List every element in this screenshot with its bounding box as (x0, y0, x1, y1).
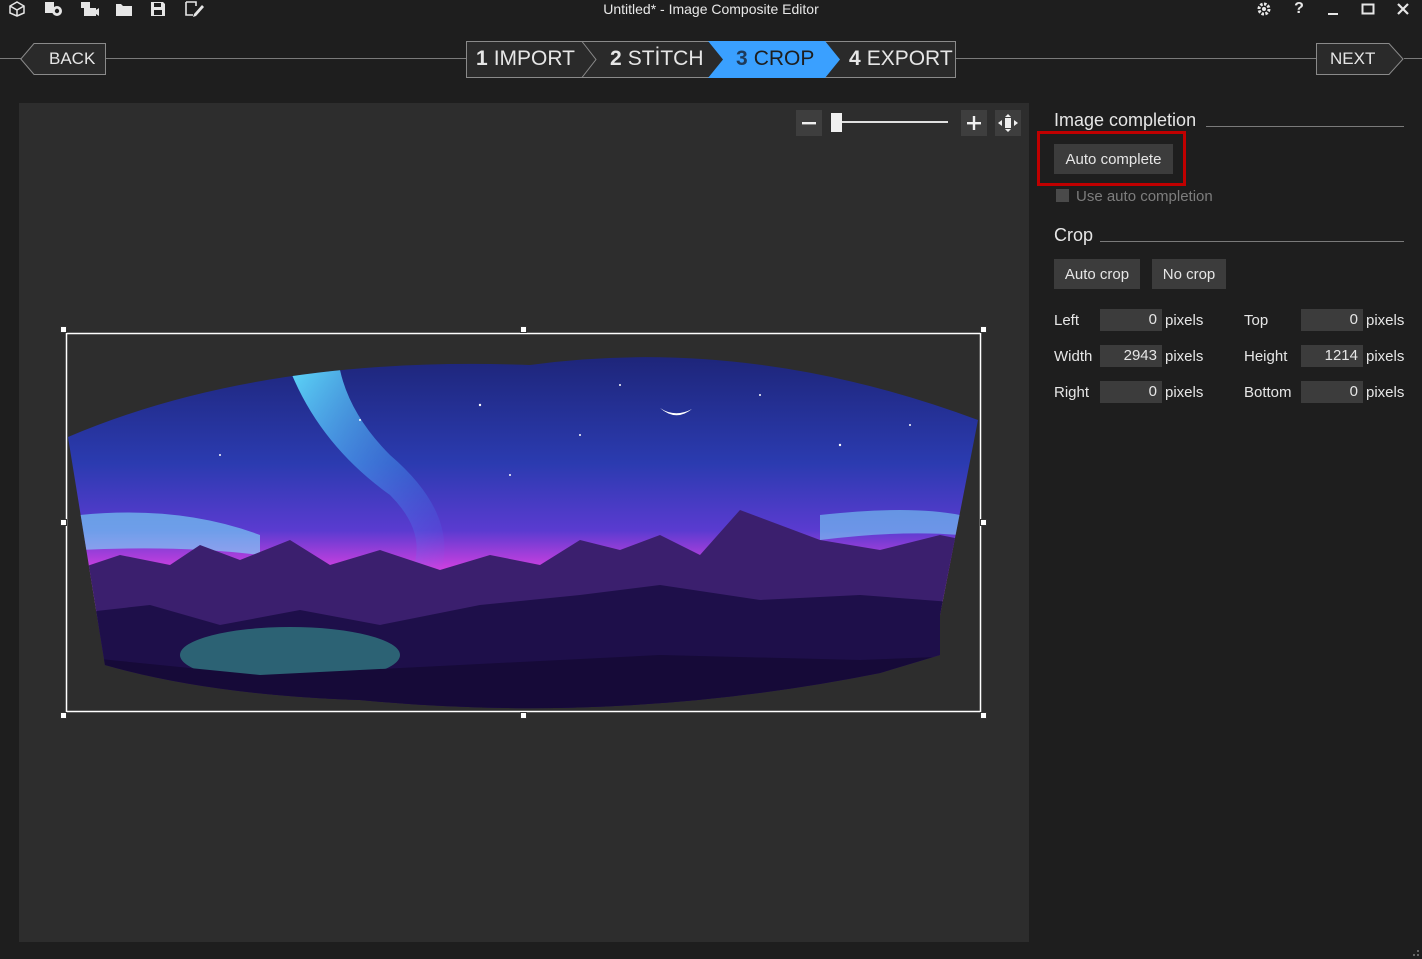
crop-handle-top-left[interactable] (60, 326, 67, 333)
crop-handle-bottom[interactable] (520, 712, 527, 719)
height-input[interactable]: 1214 (1301, 345, 1363, 367)
crop-handle-bottom-right[interactable] (980, 712, 987, 719)
crop-handle-top-right[interactable] (980, 326, 987, 333)
section-divider (1100, 241, 1404, 242)
right-input[interactable]: 0 (1100, 381, 1162, 403)
bottom-label: Bottom (1244, 384, 1292, 401)
step-import[interactable]: 1 IMPORT (476, 41, 575, 77)
resize-grip-icon[interactable] (1412, 949, 1420, 957)
fit-to-window-button[interactable] (995, 110, 1021, 136)
panorama-image (65, 332, 982, 713)
step-number: 2 (610, 47, 622, 70)
image-completion-title: Image completion (1054, 110, 1197, 130)
crop-handle-top[interactable] (520, 326, 527, 333)
crop-title: Crop (1054, 225, 1094, 245)
step-number: 3 (736, 47, 748, 70)
nav-divider (104, 58, 467, 59)
step-export[interactable]: 4 EXPORT (849, 41, 953, 77)
crop-handle-right[interactable] (980, 519, 987, 526)
top-unit: pixels (1366, 312, 1405, 329)
left-unit: pixels (1165, 312, 1204, 329)
left-input[interactable]: 0 (1100, 309, 1162, 331)
nav-divider (955, 58, 1317, 59)
height-unit: pixels (1366, 348, 1405, 365)
step-crop[interactable]: 3 CROP (736, 41, 814, 77)
zoom-in-button[interactable] (961, 110, 987, 136)
right-label: Right (1054, 384, 1090, 401)
section-divider (1206, 126, 1404, 127)
height-label: Height (1244, 348, 1288, 365)
step-label: CROP (753, 47, 815, 70)
zoom-slider-thumb[interactable] (831, 113, 842, 132)
zoom-out-button[interactable] (796, 110, 822, 136)
step-label: STİTCH (627, 47, 704, 70)
right-unit: pixels (1165, 384, 1204, 401)
help-icon[interactable]: ? (1288, 0, 1310, 18)
plus-icon (967, 116, 981, 130)
next-label: NEXT (1330, 49, 1376, 68)
step-number: 4 (849, 47, 861, 70)
use-auto-completion-checkbox[interactable] (1056, 189, 1069, 202)
bottom-unit: pixels (1366, 384, 1405, 401)
auto-complete-button[interactable]: Auto complete (1054, 144, 1173, 174)
step-label: IMPORT (493, 47, 575, 70)
minus-icon (802, 122, 816, 125)
step-label: EXPORT (866, 47, 953, 70)
fit-to-window-icon (998, 114, 1018, 132)
maximize-icon[interactable] (1357, 0, 1379, 18)
back-label: BACK (49, 49, 96, 68)
window-title: Untitled* - Image Composite Editor (603, 1, 819, 17)
no-crop-button[interactable]: No crop (1152, 259, 1226, 289)
top-input[interactable]: 0 (1301, 309, 1363, 331)
left-label: Left (1054, 312, 1080, 329)
crop-handle-bottom-left[interactable] (60, 712, 67, 719)
nav-divider (1404, 58, 1422, 59)
use-auto-completion-label: Use auto completion (1076, 188, 1213, 205)
top-label: Top (1244, 312, 1269, 329)
settings-icon[interactable] (1253, 0, 1275, 18)
bottom-input[interactable]: 0 (1301, 381, 1363, 403)
next-button[interactable]: NEXT (1316, 43, 1404, 75)
width-input[interactable]: 2943 (1100, 345, 1162, 367)
crop-handle-left[interactable] (60, 519, 67, 526)
close-icon[interactable] (1392, 0, 1414, 18)
width-unit: pixels (1165, 348, 1204, 365)
title-bar: Untitled* - Image Composite Editor ? (0, 0, 1422, 22)
auto-crop-button[interactable]: Auto crop (1054, 259, 1140, 289)
zoom-slider-track[interactable] (838, 121, 948, 123)
step-number: 1 (476, 47, 488, 70)
width-label: Width (1054, 348, 1093, 365)
back-button[interactable]: BACK (20, 43, 106, 75)
minimize-icon[interactable] (1322, 0, 1344, 18)
step-stitch[interactable]: 2 STİTCH (610, 41, 704, 77)
